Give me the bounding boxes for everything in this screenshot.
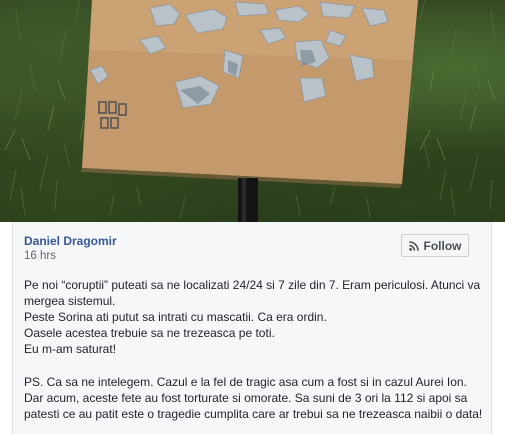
post-card: Daniel Dragomir 16 hrs Follow Pe noi “co… xyxy=(12,222,492,434)
rss-icon xyxy=(408,240,419,251)
facebook-post-embed: Daniel Dragomir 16 hrs Follow Pe noi “co… xyxy=(0,0,505,434)
post-text-line: Oasele acestea trebuie sa ne trezeasca p… xyxy=(24,326,275,340)
post-photo[interactable] xyxy=(0,0,505,222)
post-timestamp[interactable]: 16 hrs xyxy=(24,250,56,262)
post-text-line: Eu m-am saturat! xyxy=(24,342,117,356)
post-text-line: patesti ce au patit este o tragedie cump… xyxy=(24,407,483,421)
post-text-line: mergea sistemul. xyxy=(24,294,116,308)
post-text-line: PS. Ca sa ne intelegem. Cazul e la fel d… xyxy=(24,375,467,389)
follow-label: Follow xyxy=(423,238,462,253)
post-text: Pe noi “coruptii” puteati sa ne localiza… xyxy=(24,277,484,422)
photo-illustration xyxy=(4,0,496,222)
post-text-line: Peste Sorina ati putut sa intrati cu mas… xyxy=(24,310,327,324)
follow-button[interactable]: Follow xyxy=(401,234,469,257)
post-text-line: Pe noi “coruptii” puteati sa ne localiza… xyxy=(24,278,481,292)
author-name-link[interactable]: Daniel Dragomir xyxy=(24,234,117,248)
post-text-line: Dar acum, aceste fete au fost torturate … xyxy=(24,391,468,405)
